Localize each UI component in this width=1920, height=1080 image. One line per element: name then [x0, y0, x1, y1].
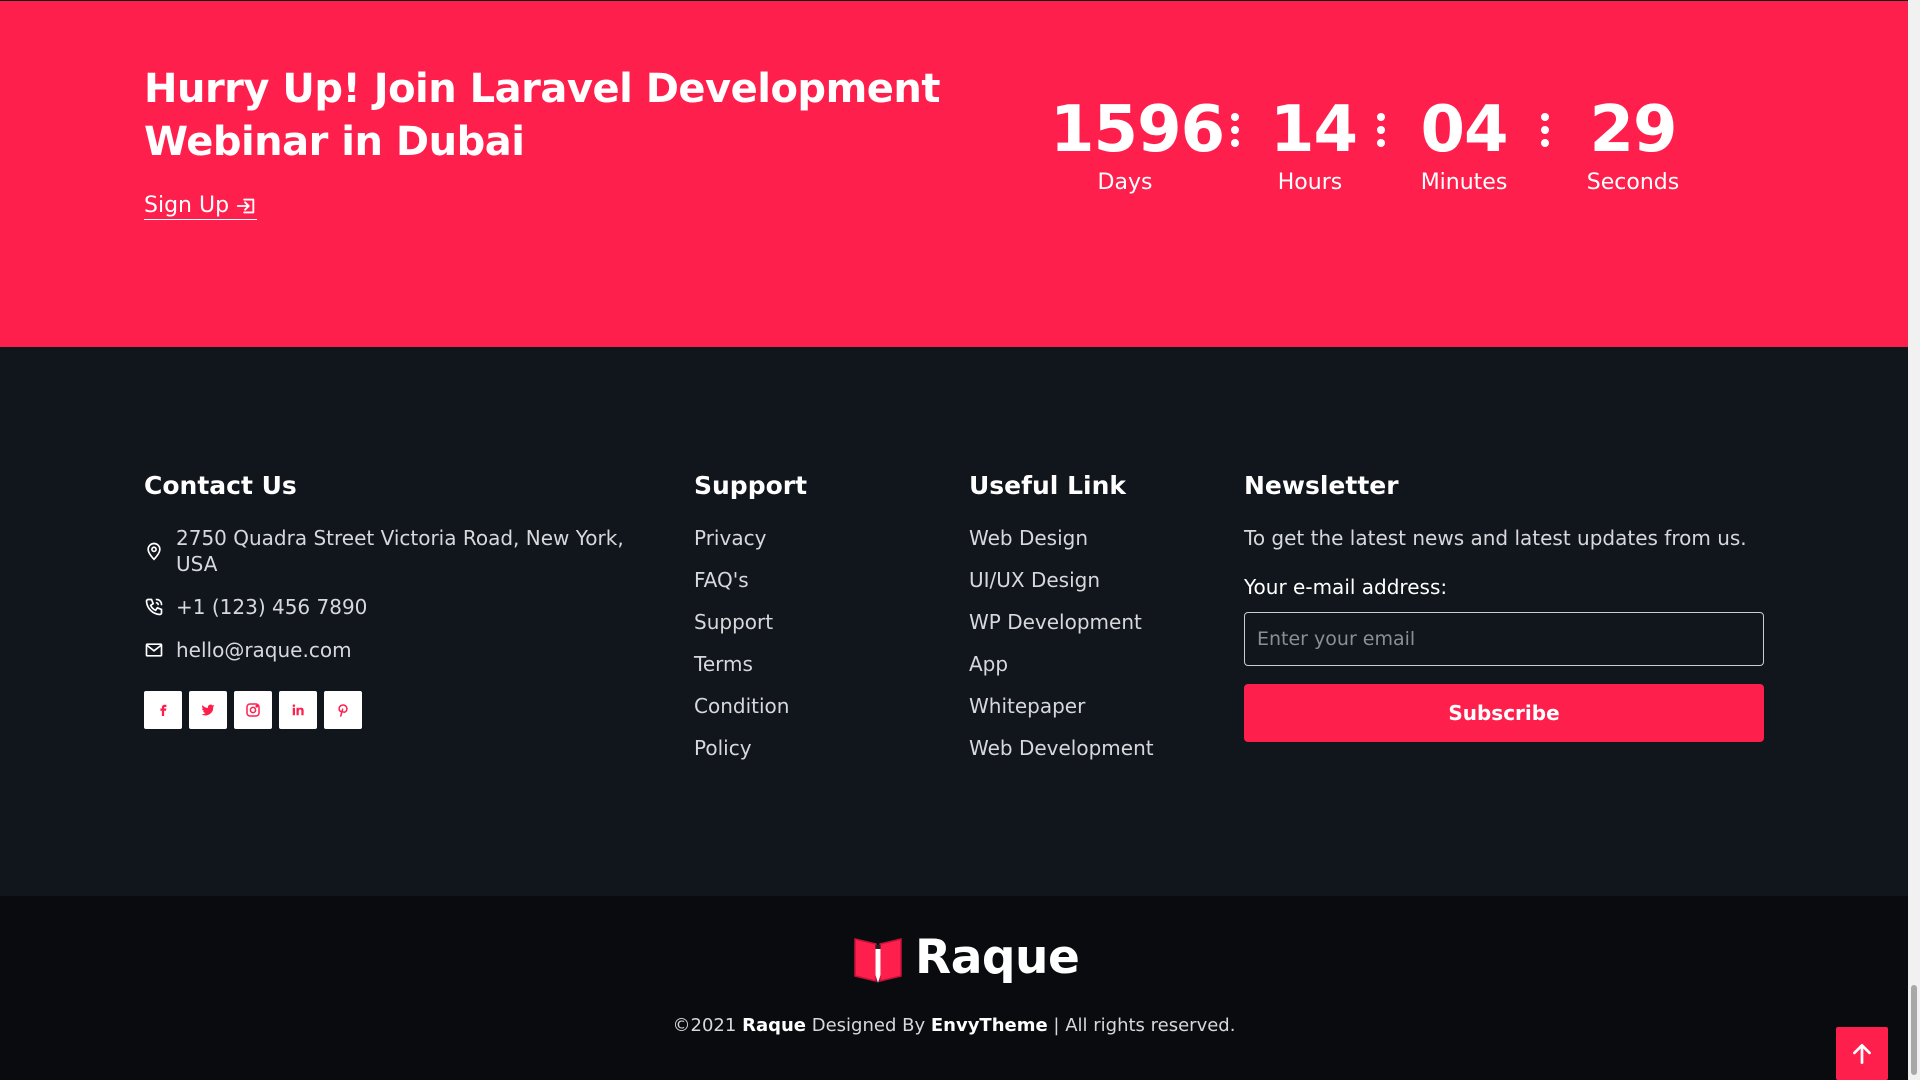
book-logo-icon [854, 937, 902, 983]
countdown-seconds-label: Seconds [1586, 170, 1680, 195]
support-links: Privacy FAQ's Support Terms Condition Po… [694, 525, 934, 761]
footer-link-privacy[interactable]: Privacy [694, 525, 934, 551]
footer-link-support[interactable]: Support [694, 609, 934, 635]
facebook-icon [160, 704, 167, 716]
instagram-icon [246, 703, 260, 717]
countdown-days-label: Days [1097, 170, 1153, 195]
countdown-days-value: 1596 [1050, 93, 1225, 167]
countdown-separator [1541, 113, 1549, 152]
page-scrollbar[interactable] [1908, 0, 1920, 1080]
linkedin-icon [292, 704, 304, 716]
countdown-minutes: 04 Minutes [1414, 91, 1514, 197]
phone-icon [145, 598, 163, 616]
contact-address-text: 2750 Quadra Street Victoria Road, New Yo… [176, 526, 624, 576]
countdown-timer: 1596 Days 14 Hours 04 Minutes 29 Seconds [0, 91, 1908, 211]
pinterest-button[interactable] [324, 691, 362, 729]
rights-text: | All rights reserved. [1053, 1015, 1236, 1036]
contact-column: Contact Us 2750 Quadra Street Victoria R… [144, 471, 664, 729]
countdown-separator [1231, 113, 1239, 152]
pinterest-icon [338, 704, 348, 717]
contact-address: 2750 Quadra Street Victoria Road, New Yo… [144, 525, 664, 577]
contact-phone-text: +1 (123) 456 7890 [176, 595, 368, 619]
instagram-button[interactable] [234, 691, 272, 729]
social-links [144, 691, 664, 729]
footer-link-web-design[interactable]: Web Design [969, 525, 1229, 551]
copyright-year: ©2021 [672, 1015, 737, 1036]
copyright-bar: Raque ©2021 Raque Designed By EnvyTheme … [0, 896, 1908, 1080]
footer-link-faqs[interactable]: FAQ's [694, 567, 934, 593]
map-pin-icon [147, 542, 161, 561]
footer-link-policy[interactable]: Policy [694, 735, 934, 761]
logo-text: Raque [915, 930, 1080, 985]
twitter-icon [201, 704, 215, 716]
back-to-top-button[interactable] [1836, 1027, 1888, 1080]
useful-links-heading: Useful Link [969, 471, 1127, 500]
countdown-minutes-value: 04 [1420, 93, 1508, 167]
mail-icon [145, 643, 163, 657]
newsletter-heading: Newsletter [1244, 471, 1399, 500]
designer-link[interactable]: EnvyTheme [931, 1015, 1048, 1036]
contact-phone[interactable]: +1 (123) 456 7890 [144, 594, 664, 620]
countdown-seconds: 29 Seconds [1578, 91, 1688, 197]
support-column: Support Privacy FAQ's Support Terms Cond… [694, 471, 934, 777]
email-field[interactable] [1244, 612, 1764, 666]
countdown-hours-label: Hours [1277, 170, 1343, 195]
countdown-hours-value: 14 [1270, 93, 1358, 167]
email-field-label: Your e-mail address: [1244, 575, 1448, 599]
site-logo[interactable]: Raque [851, 930, 1080, 985]
countdown-hours: 14 Hours [1270, 91, 1358, 197]
footer: Contact Us 2750 Quadra Street Victoria R… [0, 347, 1908, 896]
newsletter-description: To get the latest news and latest update… [1244, 526, 1747, 550]
countdown-minutes-label: Minutes [1420, 170, 1508, 195]
useful-links: Web Design UI/UX Design WP Development A… [969, 525, 1229, 761]
footer-link-condition[interactable]: Condition [694, 693, 934, 719]
contact-email-text: hello@raque.com [176, 638, 352, 662]
footer-link-web-development[interactable]: Web Development [969, 735, 1229, 761]
countdown-seconds-value: 29 [1589, 93, 1677, 167]
brand-link[interactable]: Raque [742, 1015, 806, 1036]
facebook-button[interactable] [144, 691, 182, 729]
footer-link-app[interactable]: App [969, 651, 1229, 677]
arrow-up-icon [1853, 1043, 1871, 1064]
scrollbar-thumb[interactable] [1911, 985, 1917, 1075]
twitter-button[interactable] [189, 691, 227, 729]
useful-links-column: Useful Link Web Design UI/UX Design WP D… [969, 471, 1229, 777]
copyright-text: ©2021 Raque Designed By EnvyTheme | All … [0, 1014, 1908, 1038]
countdown-days: 1596 Days [1050, 91, 1225, 197]
footer-link-wp-development[interactable]: WP Development [969, 609, 1229, 635]
linkedin-button[interactable] [279, 691, 317, 729]
newsletter-column: Newsletter To get the latest news and la… [1244, 471, 1774, 742]
designed-by-text: Designed By [811, 1015, 926, 1036]
footer-link-terms[interactable]: Terms [694, 651, 934, 677]
contact-email[interactable]: hello@raque.com [144, 637, 664, 663]
footer-link-whitepaper[interactable]: Whitepaper [969, 693, 1229, 719]
webinar-promo-banner: Hurry Up! Join Laravel Development Webin… [0, 0, 1908, 347]
footer-link-uiux-design[interactable]: UI/UX Design [969, 567, 1229, 593]
countdown-separator [1377, 113, 1385, 152]
contact-heading: Contact Us [144, 471, 297, 500]
support-heading: Support [694, 471, 808, 500]
subscribe-button[interactable]: Subscribe [1244, 684, 1764, 742]
